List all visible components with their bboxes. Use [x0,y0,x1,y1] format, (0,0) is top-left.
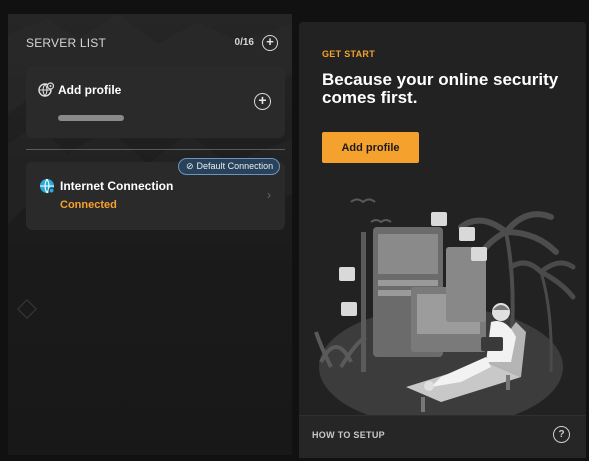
globe-icon [40,178,55,194]
server-count: 0/16 [234,37,254,48]
badge-label: Default Connection [196,161,274,171]
connection-status: Connected [60,199,117,211]
person-relaxing-illustration [314,198,576,422]
how-to-setup-link[interactable]: HOW TO SETUP [312,430,385,440]
plus-icon: + [266,34,274,49]
add-profile-card[interactable]: Add profile + [26,66,285,138]
connection-name: Internet Connection [60,179,174,193]
link-icon: ⊘ [186,161,194,171]
default-connection-badge: ⊘ Default Connection [178,158,281,175]
server-list-title: SERVER LIST [26,36,107,50]
promo-headline: Because your online security comes first… [322,70,559,107]
add-server-button[interactable]: + [262,35,278,51]
question-circle-icon[interactable]: ? [553,426,570,443]
profile-placeholder-bar [58,115,124,121]
setup-footer: HOW TO SETUP ? [299,415,586,458]
server-list-panel: SERVER LIST 0/16 + Add profile + Interne… [8,14,292,455]
decorative-diamond [17,299,37,319]
globe-settings-icon [38,82,54,97]
camouflage-background [8,14,292,229]
divider [26,149,285,150]
plus-icon: + [258,92,267,108]
add-profile-plus-button[interactable]: + [254,93,271,110]
app-window: SERVER LIST 0/16 + Add profile + Interne… [0,0,589,461]
get-start-eyebrow: GET START [322,49,376,59]
get-started-panel: GET START Because your online security c… [299,22,586,458]
add-profile-label: Add profile [58,83,122,97]
add-profile-button[interactable]: Add profile [322,132,419,163]
chevron-right-icon: › [267,188,271,202]
